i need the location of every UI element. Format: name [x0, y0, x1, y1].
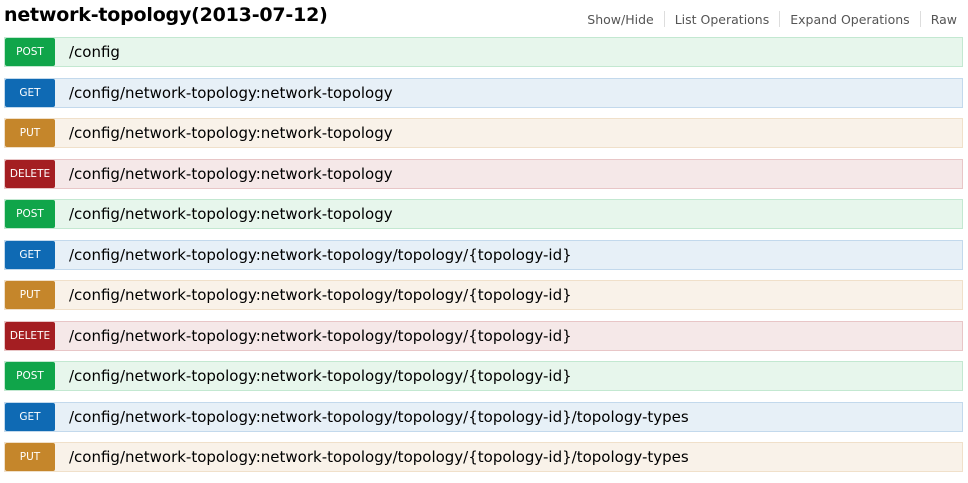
method-badge[interactable]: GET — [5, 78, 55, 107]
method-badge[interactable]: DELETE — [5, 321, 55, 350]
method-badge[interactable]: GET — [5, 402, 55, 431]
operation-row[interactable]: POST /config/network-topology:network-to… — [4, 199, 963, 229]
operation-row[interactable]: GET /config/network-topology:network-top… — [4, 77, 963, 108]
operation-path[interactable]: /config/network-topology:network-topolog… — [69, 403, 689, 431]
operation-row[interactable]: POST /config — [4, 37, 963, 67]
resource-header: network-topology(2013-07-12) Show/Hide L… — [0, 0, 968, 36]
method-badge[interactable]: PUT — [5, 119, 55, 147]
method-badge[interactable]: PUT — [5, 443, 55, 471]
operation-list: POST /config GET /config/network-topolog… — [4, 37, 963, 483]
operation-path[interactable]: /config/network-topology:network-topolog… — [69, 362, 572, 390]
operation-path[interactable]: /config/network-topology:network-topolog… — [69, 200, 393, 228]
operation-row[interactable]: GET /config/network-topology:network-top… — [4, 239, 963, 270]
method-badge[interactable]: POST — [5, 362, 55, 390]
operation-path[interactable]: /config/network-topology:network-topolog… — [69, 79, 393, 107]
expand-operations-link[interactable]: Expand Operations — [780, 12, 919, 27]
operation-row[interactable]: PUT /config/network-topology:network-top… — [4, 118, 963, 148]
method-badge[interactable]: DELETE — [5, 159, 55, 188]
show-hide-link[interactable]: Show/Hide — [577, 12, 663, 27]
operation-path[interactable]: /config/network-topology:network-topolog… — [69, 160, 393, 188]
operation-row[interactable]: PUT /config/network-topology:network-top… — [4, 442, 963, 472]
operation-path[interactable]: /config/network-topology:network-topolog… — [69, 119, 393, 147]
list-operations-link[interactable]: List Operations — [665, 12, 780, 27]
resource-title[interactable]: network-topology(2013-07-12) — [4, 4, 328, 26]
operation-row[interactable]: PUT /config/network-topology:network-top… — [4, 280, 963, 310]
raw-link[interactable]: Raw — [921, 12, 964, 27]
operation-path[interactable]: /config/network-topology:network-topolog… — [69, 322, 572, 350]
method-badge[interactable]: POST — [5, 200, 55, 228]
operation-row[interactable]: DELETE /config/network-topology:network-… — [4, 158, 963, 189]
operation-row[interactable]: GET /config/network-topology:network-top… — [4, 401, 963, 432]
operation-path[interactable]: /config — [69, 38, 120, 66]
operation-row[interactable]: DELETE /config/network-topology:network-… — [4, 320, 963, 351]
operation-path[interactable]: /config/network-topology:network-topolog… — [69, 443, 689, 471]
method-badge[interactable]: GET — [5, 240, 55, 269]
method-badge[interactable]: PUT — [5, 281, 55, 309]
method-badge[interactable]: POST — [5, 38, 55, 66]
operation-path[interactable]: /config/network-topology:network-topolog… — [69, 281, 572, 309]
resource-nav: Show/Hide List Operations Expand Operati… — [577, 11, 964, 27]
operation-row[interactable]: POST /config/network-topology:network-to… — [4, 361, 963, 391]
operation-path[interactable]: /config/network-topology:network-topolog… — [69, 241, 572, 269]
